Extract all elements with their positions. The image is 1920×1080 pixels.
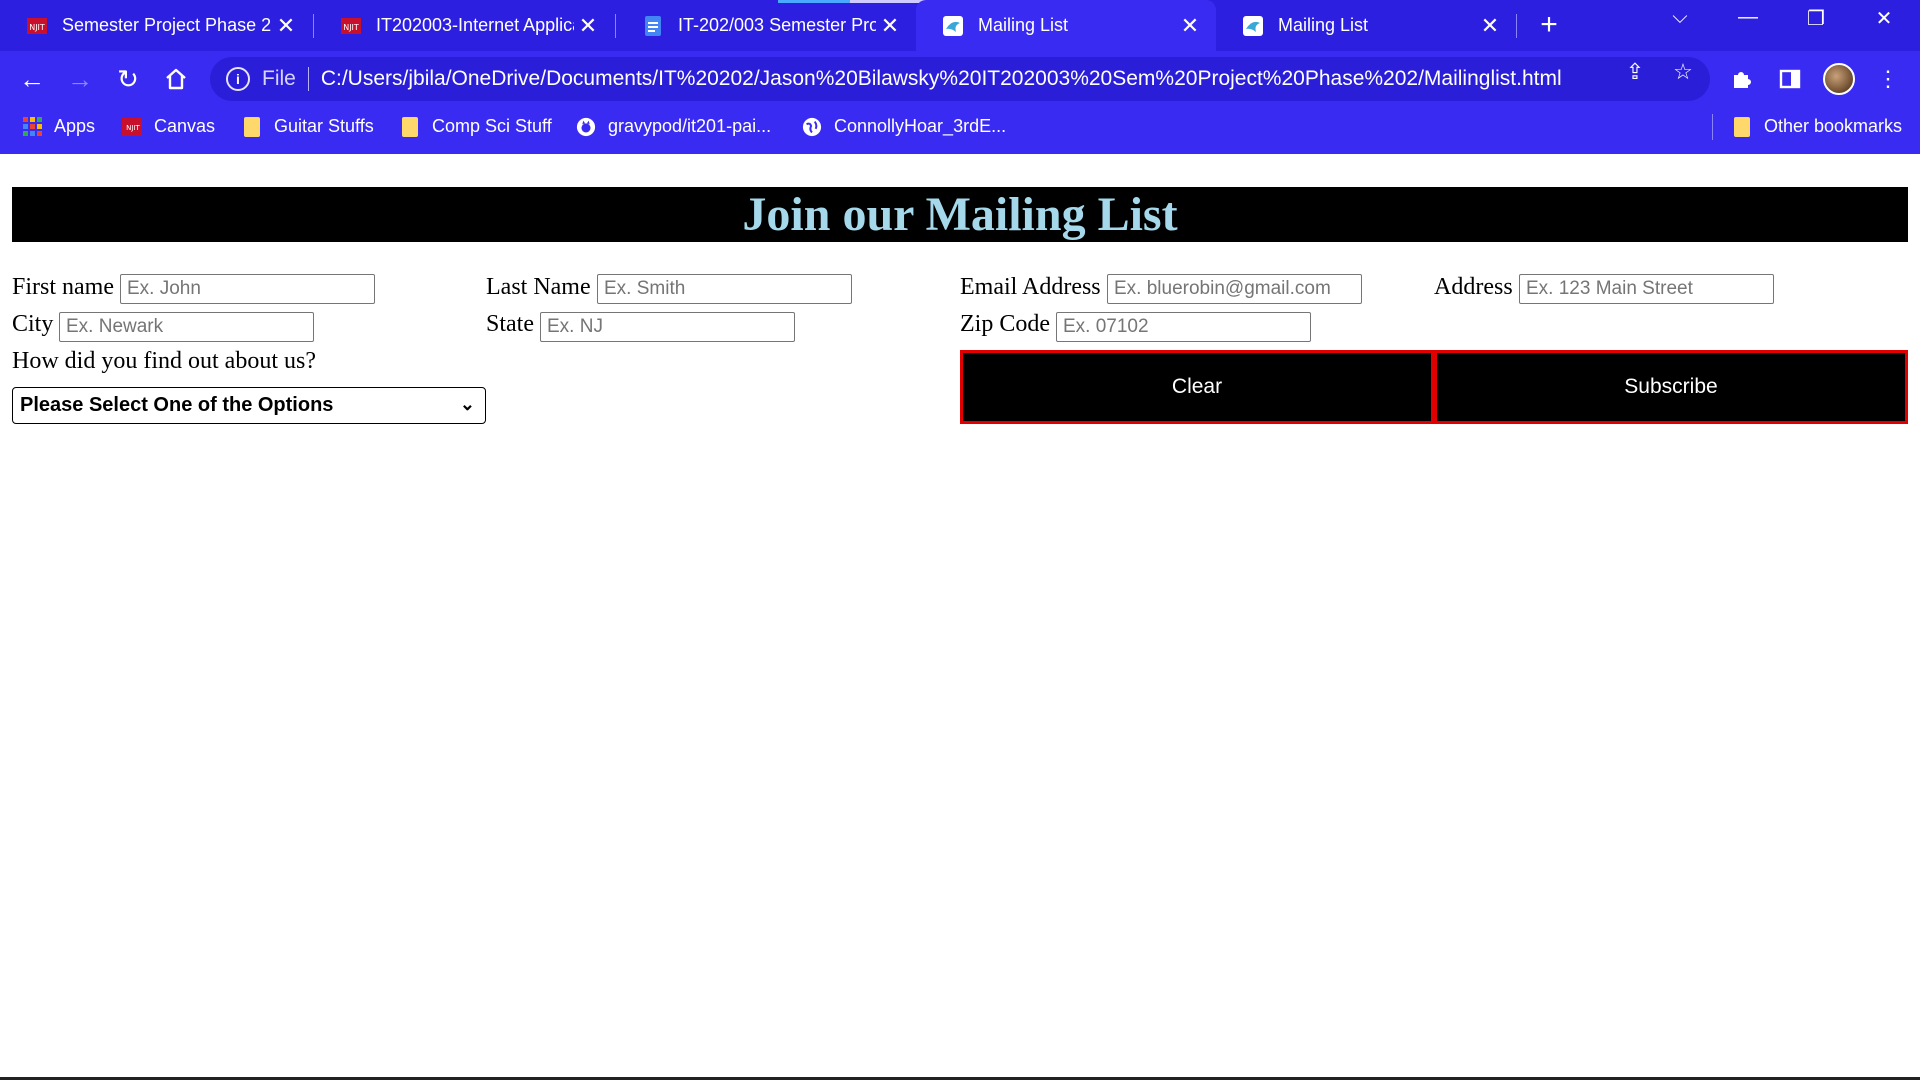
bookmark-canvas[interactable]: NJIT Canvas [122, 116, 215, 137]
url-text[interactable]: C:/Users/jbila/OneDrive/Documents/IT%202… [321, 67, 1562, 91]
tab-search-chevron-icon[interactable]: ⌵ [1660, 6, 1700, 29]
bookmark-other[interactable]: Other bookmarks [1732, 116, 1902, 137]
browser-toolbar: ← → ↻ i File C:/Users/jbila/OneDrive/Doc… [0, 51, 1920, 106]
bookmark-folder-guitar[interactable]: Guitar Stuffs [242, 116, 374, 137]
tab-internet-applications[interactable]: NJIT IT202003-Internet Applica ✕ [314, 0, 614, 51]
bookmark-label: gravypod/it201-pai... [608, 116, 772, 136]
bookmarks-bar: Apps NJIT Canvas Guitar Stuffs Comp Sci … [0, 106, 1920, 152]
forward-arrow-icon[interactable]: → [60, 59, 100, 99]
extensions-puzzle-icon[interactable] [1726, 63, 1758, 95]
github-icon [576, 117, 596, 137]
tab-title: Semester Project Phase 2 [62, 15, 272, 35]
url-scheme: File [262, 67, 296, 90]
reload-icon[interactable]: ↻ [108, 59, 148, 99]
bookmark-connollyhoar[interactable]: ConnollyHoar_3rdE... [802, 116, 1006, 137]
city-label: City [12, 311, 54, 337]
referral-question: How did you find out about us? [12, 348, 316, 374]
side-panel-icon[interactable] [1774, 63, 1806, 95]
bookmark-label: Other bookmarks [1764, 116, 1903, 136]
bookmark-label: ConnollyHoar_3rdE... [834, 116, 1007, 136]
clear-button[interactable]: Clear [960, 350, 1434, 424]
tab-mailing-list[interactable]: Mailing List ✕ [1216, 0, 1516, 51]
address-bar[interactable]: i File C:/Users/jbila/OneDrive/Documents… [210, 57, 1710, 101]
njit-icon: NJIT [26, 15, 48, 37]
email-input[interactable] [1107, 274, 1362, 304]
close-window-icon[interactable]: ✕ [1864, 6, 1904, 31]
home-icon[interactable] [156, 59, 196, 99]
page-bird-icon [942, 15, 964, 37]
zip-code-input[interactable] [1056, 312, 1311, 342]
state-input[interactable] [540, 312, 795, 342]
last-name-label: Last Name [486, 274, 591, 300]
referral-source-select[interactable]: Please Select One of the Options ⌄ [12, 387, 486, 424]
tab-semester-project-doc[interactable]: IT-202/003 Semester Proj ✕ [616, 0, 916, 51]
njit-icon: NJIT [122, 117, 142, 137]
bookmark-label: Canvas [154, 116, 216, 136]
bookmark-label: Apps [54, 116, 96, 136]
bookmark-star-icon[interactable]: ☆ [1668, 59, 1698, 85]
close-tab-icon[interactable]: ✕ [1476, 13, 1504, 39]
browser-chrome: NJIT Semester Project Phase 2 ✕ NJIT IT2… [0, 0, 1920, 154]
tab-semester-project-phase-2[interactable]: NJIT Semester Project Phase 2 ✕ [0, 0, 312, 51]
city-input[interactable] [59, 312, 314, 342]
bookmark-label: Comp Sci Stuff [432, 116, 552, 136]
svg-text:NJIT: NJIT [29, 23, 45, 32]
tab-strip: NJIT Semester Project Phase 2 ✕ NJIT IT2… [0, 0, 1920, 51]
profile-avatar[interactable] [1823, 63, 1855, 95]
address-label: Address [1434, 274, 1513, 300]
info-icon[interactable]: i [226, 67, 250, 91]
select-value: Please Select One of the Options [20, 394, 334, 416]
zip-code-label: Zip Code [960, 311, 1050, 337]
folder-icon [400, 116, 420, 137]
email-label: Email Address [960, 274, 1101, 300]
chevron-down-icon: ⌄ [459, 394, 475, 414]
state-label: State [486, 311, 534, 337]
last-name-input[interactable] [597, 274, 852, 304]
svg-text:NJIT: NJIT [126, 124, 140, 132]
tab-title: IT-202/003 Semester Proj [678, 15, 876, 35]
globe-icon [802, 117, 822, 137]
bookmark-gravypod[interactable]: gravypod/it201-pai... [576, 116, 771, 137]
docs-icon [642, 15, 664, 37]
share-icon[interactable]: ⇪ [1620, 59, 1650, 85]
close-tab-icon[interactable]: ✕ [876, 13, 904, 39]
bookmark-folder-comp-sci[interactable]: Comp Sci Stuff [400, 116, 552, 137]
close-tab-icon[interactable]: ✕ [1176, 13, 1204, 39]
restore-icon[interactable]: ❐ [1796, 6, 1836, 31]
back-arrow-icon[interactable]: ← [12, 59, 52, 99]
svg-text:NJIT: NJIT [343, 23, 359, 32]
address-input[interactable] [1519, 274, 1774, 304]
minimize-icon[interactable]: — [1728, 6, 1768, 29]
page-bird-icon [1242, 15, 1264, 37]
mailing-list-banner: Join our Mailing List [12, 187, 1908, 242]
bookmark-apps[interactable]: Apps [22, 116, 95, 137]
tab-title: IT202003-Internet Applica [376, 15, 574, 35]
apps-grid-icon [22, 117, 42, 137]
tab-title: Mailing List [1278, 15, 1369, 35]
first-name-label: First name [12, 274, 114, 300]
close-tab-icon[interactable]: ✕ [272, 13, 300, 39]
close-tab-icon[interactable]: ✕ [574, 13, 602, 39]
bookmark-label: Guitar Stuffs [274, 116, 374, 136]
subscribe-button[interactable]: Subscribe [1434, 350, 1908, 424]
folder-icon [1732, 116, 1752, 137]
page-title: Join our Mailing List [742, 188, 1178, 241]
new-tab-plus-icon[interactable]: + [1532, 8, 1566, 42]
tab-mailing-list-active[interactable]: Mailing List ✕ [916, 0, 1216, 51]
menu-kebab-icon[interactable]: ⋮ [1872, 63, 1904, 95]
tab-title: Mailing List [978, 15, 1069, 35]
folder-icon [242, 116, 262, 137]
njit-icon: NJIT [340, 15, 362, 37]
first-name-input[interactable] [120, 274, 375, 304]
